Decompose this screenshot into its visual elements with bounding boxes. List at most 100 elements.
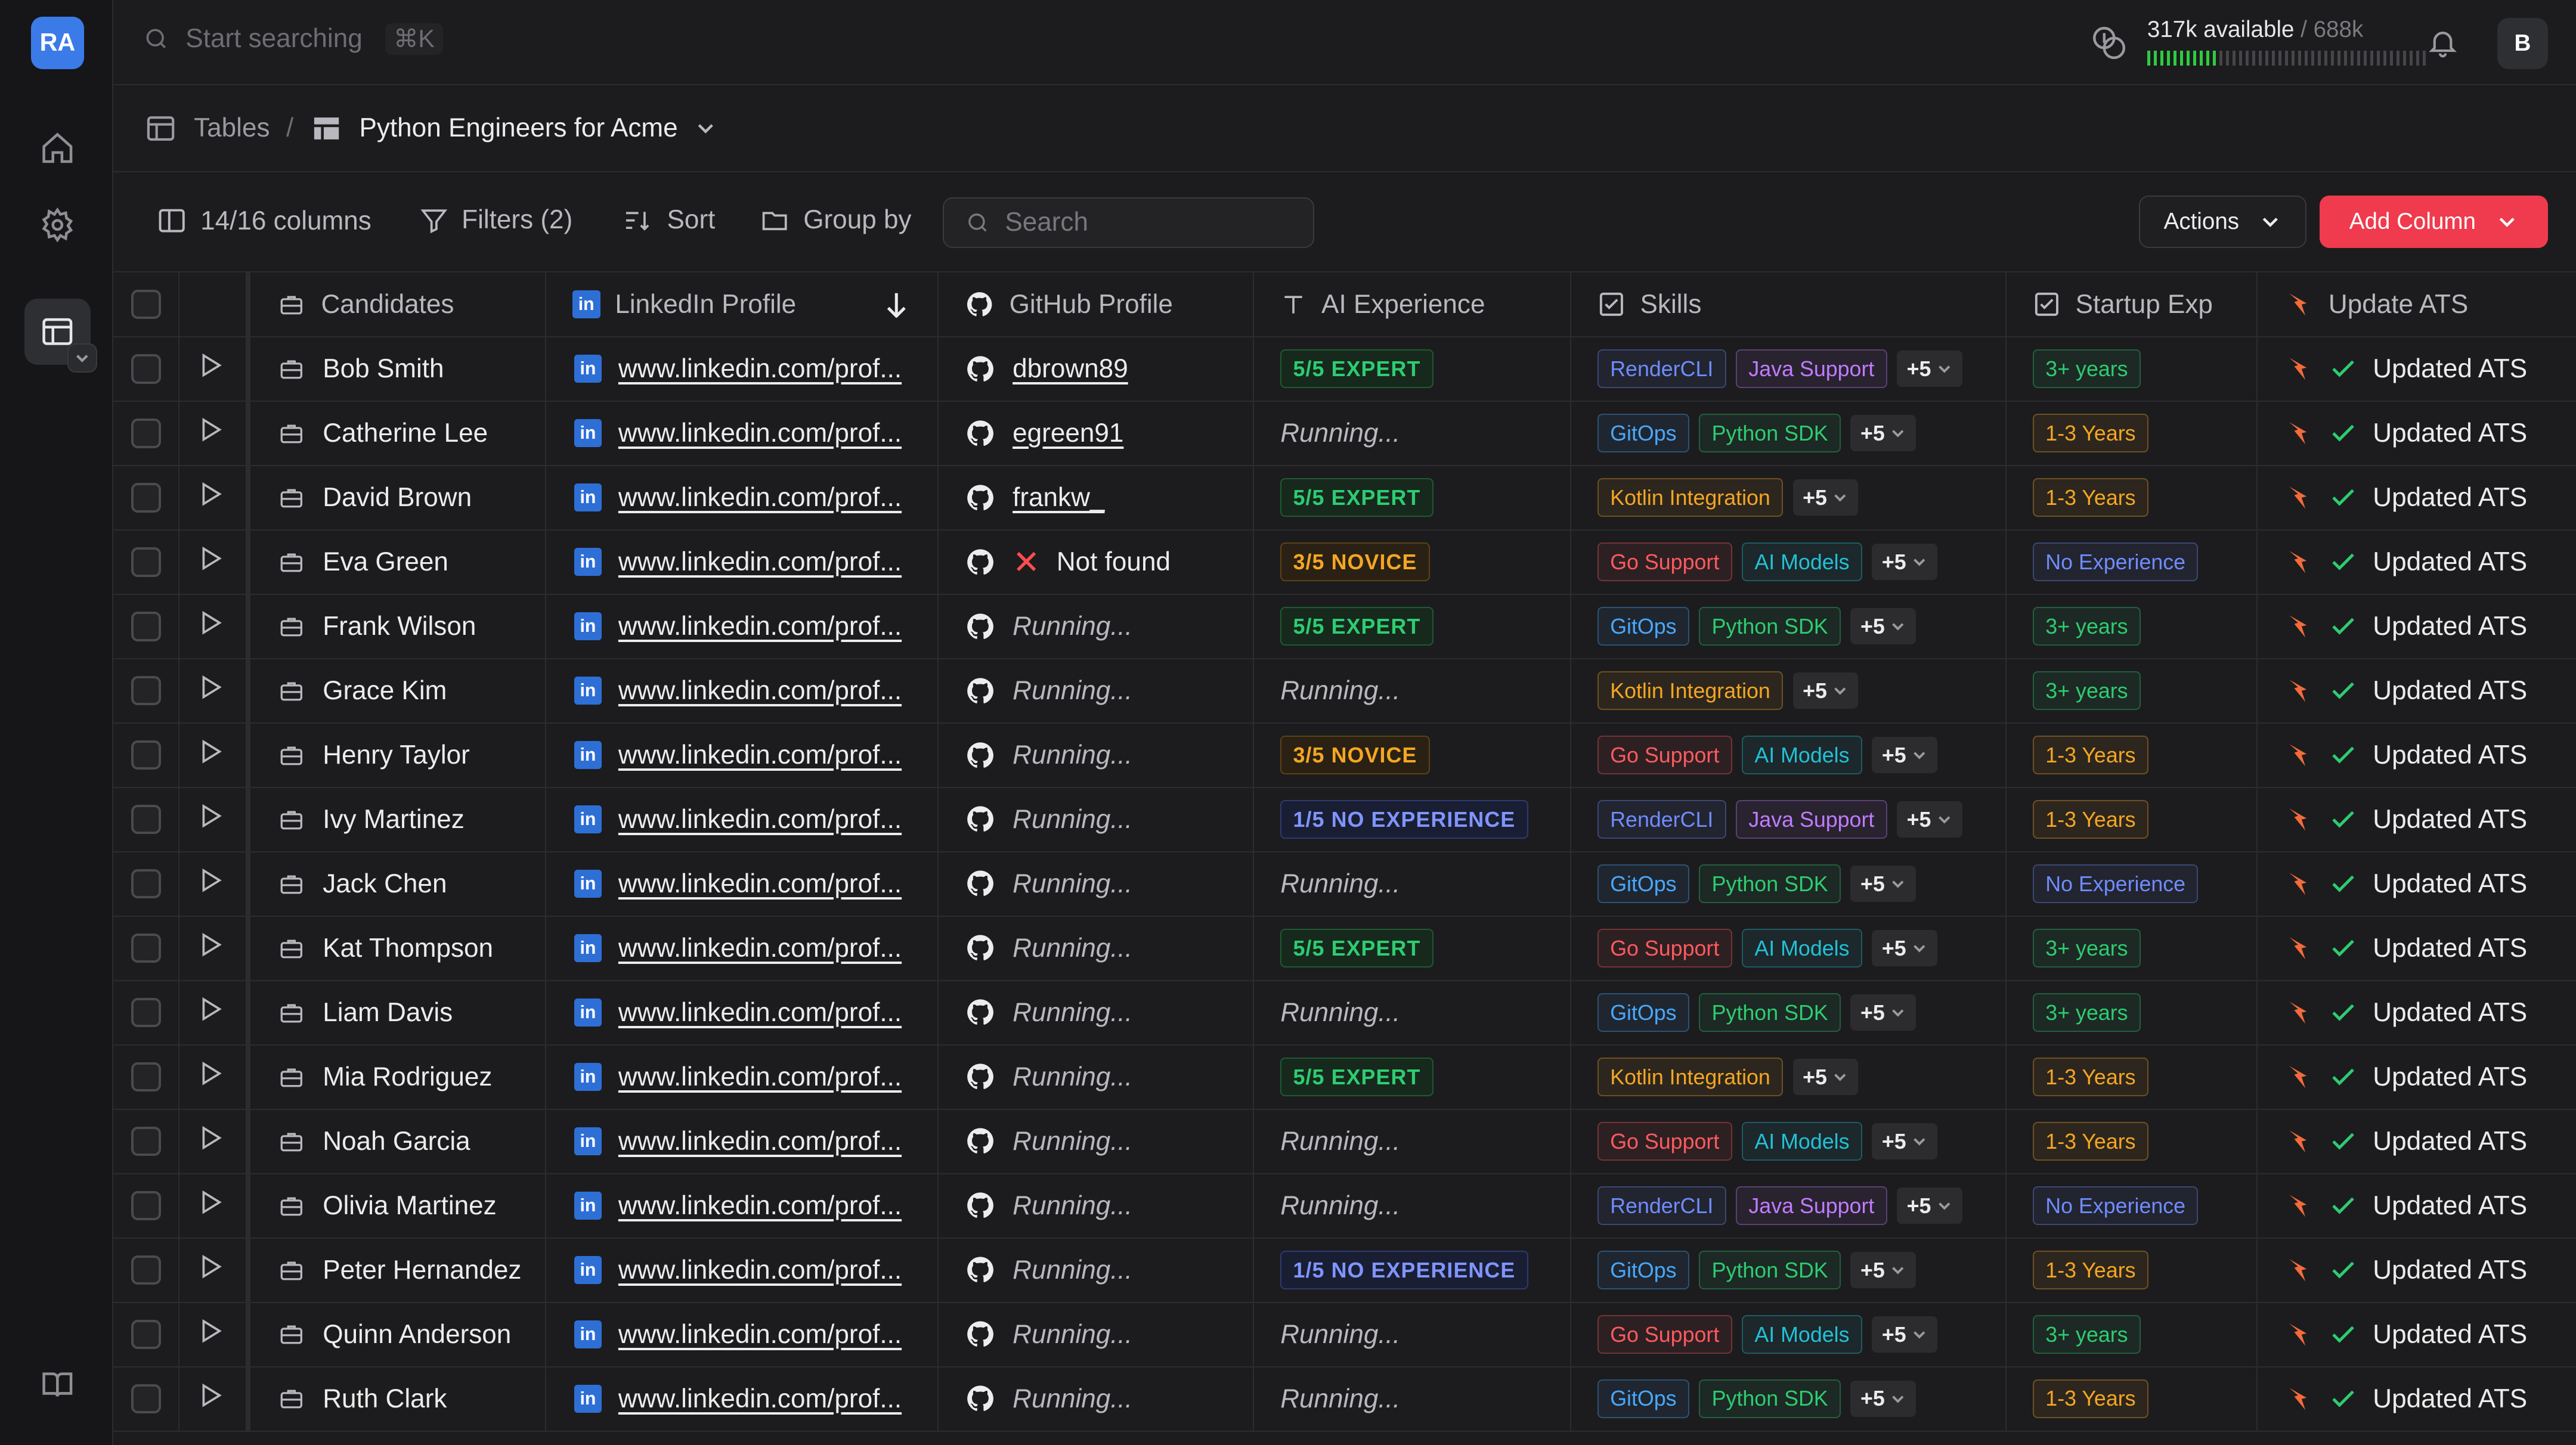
skills-cell[interactable]: Go Support AI Models +5 bbox=[1570, 916, 2007, 981]
table-row[interactable]: Olivia Martinez in www.linkedin.com/prof.… bbox=[113, 1173, 2576, 1239]
linkedin-cell[interactable]: in www.linkedin.com/prof... bbox=[545, 851, 939, 917]
linkedin-cell[interactable]: in www.linkedin.com/prof... bbox=[545, 1044, 939, 1110]
table-row[interactable]: Frank Wilson in www.linkedin.com/prof... … bbox=[113, 594, 2576, 659]
github-cell[interactable]: Running... bbox=[938, 594, 1255, 659]
candidate-cell[interactable]: Noah Garcia bbox=[248, 1109, 546, 1174]
startup-exp-cell[interactable]: No Experience bbox=[2005, 851, 2258, 917]
candidate-cell[interactable]: Eva Green bbox=[248, 529, 546, 595]
linkedin-cell[interactable]: in www.linkedin.com/prof... bbox=[545, 594, 939, 659]
ai-experience-cell[interactable]: Running... bbox=[1253, 1173, 1571, 1239]
skills-more-dropdown[interactable]: +5 bbox=[1850, 866, 1916, 902]
skills-cell[interactable]: GitOps Python SDK +5 bbox=[1570, 851, 2007, 917]
table-row[interactable]: Quinn Anderson in www.linkedin.com/prof..… bbox=[113, 1302, 2576, 1368]
candidate-cell[interactable]: Jack Chen bbox=[248, 851, 546, 917]
row-checkbox[interactable] bbox=[131, 482, 161, 513]
update-ats-cell[interactable]: Updated ATS bbox=[2257, 1044, 2576, 1110]
row-checkbox[interactable] bbox=[131, 869, 161, 899]
global-search[interactable]: Start searching ⌘K bbox=[143, 23, 443, 55]
notifications-bell-icon[interactable] bbox=[2426, 24, 2459, 67]
table-row[interactable]: Grace Kim in www.linkedin.com/prof... Run… bbox=[113, 658, 2576, 724]
filters-button[interactable]: Filters (2) bbox=[419, 205, 572, 235]
ai-experience-cell[interactable]: Running... bbox=[1253, 851, 1571, 917]
skills-cell[interactable]: Go Support AI Models +5 bbox=[1570, 722, 2007, 788]
skills-more-dropdown[interactable]: +5 bbox=[1850, 608, 1916, 644]
skills-more-dropdown[interactable]: +5 bbox=[1850, 1252, 1916, 1288]
docs-book-icon[interactable] bbox=[33, 1360, 82, 1409]
candidate-cell[interactable]: Ivy Martinez bbox=[248, 787, 546, 852]
skills-cell[interactable]: Go Support AI Models +5 bbox=[1570, 1302, 2007, 1368]
row-checkbox[interactable] bbox=[131, 1190, 161, 1221]
column-header-skills[interactable]: Skills bbox=[1570, 272, 2007, 337]
table-row[interactable]: David Brown in www.linkedin.com/prof... f… bbox=[113, 465, 2576, 531]
candidate-cell[interactable]: Catherine Lee bbox=[248, 401, 546, 466]
linkedin-url-link[interactable]: www.linkedin.com/prof... bbox=[618, 354, 902, 384]
skills-cell[interactable]: RenderCLI Java Support +5 bbox=[1570, 787, 2007, 852]
chevron-down-icon[interactable] bbox=[67, 343, 97, 373]
linkedin-url-link[interactable]: www.linkedin.com/prof... bbox=[618, 547, 902, 577]
linkedin-cell[interactable]: in www.linkedin.com/prof... bbox=[545, 529, 939, 595]
github-cell[interactable]: egreen91 bbox=[938, 401, 1255, 466]
linkedin-url-link[interactable]: www.linkedin.com/prof... bbox=[618, 1320, 902, 1350]
table-row[interactable]: Noah Garcia in www.linkedin.com/prof... R… bbox=[113, 1109, 2576, 1174]
github-cell[interactable]: Running... bbox=[938, 980, 1255, 1046]
chevron-down-icon[interactable] bbox=[694, 117, 717, 140]
ai-experience-cell[interactable]: 5/5 EXPERT bbox=[1253, 594, 1571, 659]
column-header-candidates[interactable]: Candidates bbox=[248, 272, 546, 337]
user-avatar[interactable]: B bbox=[2497, 18, 2549, 69]
play-icon[interactable] bbox=[179, 479, 243, 516]
column-header-startup-exp[interactable]: Startup Exp bbox=[2005, 272, 2258, 337]
skills-cell[interactable]: GitOps Python SDK +5 bbox=[1570, 594, 2007, 659]
startup-exp-cell[interactable]: 1-3 Years bbox=[2005, 1044, 2258, 1110]
startup-exp-cell[interactable]: 3+ years bbox=[2005, 336, 2258, 402]
update-ats-cell[interactable]: Updated ATS bbox=[2257, 1238, 2576, 1303]
skills-more-dropdown[interactable]: +5 bbox=[1897, 1187, 1962, 1224]
linkedin-url-link[interactable]: www.linkedin.com/prof... bbox=[618, 869, 902, 899]
startup-exp-cell[interactable]: 1-3 Years bbox=[2005, 465, 2258, 531]
startup-exp-cell[interactable]: 3+ years bbox=[2005, 1302, 2258, 1368]
candidate-cell[interactable]: Bob Smith bbox=[248, 336, 546, 402]
candidate-cell[interactable]: Ruth Clark bbox=[248, 1366, 546, 1432]
update-ats-cell[interactable]: Updated ATS bbox=[2257, 851, 2576, 917]
table-row[interactable]: Kat Thompson in www.linkedin.com/prof... … bbox=[113, 916, 2576, 981]
candidate-cell[interactable]: Peter Hernandez bbox=[248, 1238, 546, 1303]
breadcrumb-tables-link[interactable]: Tables bbox=[194, 113, 270, 143]
play-icon[interactable] bbox=[179, 544, 243, 580]
group-by-button[interactable]: Group by bbox=[759, 205, 912, 235]
startup-exp-cell[interactable]: 3+ years bbox=[2005, 916, 2258, 981]
update-ats-cell[interactable]: Updated ATS bbox=[2257, 594, 2576, 659]
linkedin-cell[interactable]: in www.linkedin.com/prof... bbox=[545, 722, 939, 788]
table-row[interactable]: Ruth Clark in www.linkedin.com/prof... Ru… bbox=[113, 1366, 2576, 1432]
skills-more-dropdown[interactable]: +5 bbox=[1850, 994, 1916, 1031]
skills-cell[interactable]: Kotlin Integration +5 bbox=[1570, 465, 2007, 531]
update-ats-cell[interactable]: Updated ATS bbox=[2257, 658, 2576, 724]
credits-meter[interactable]: 317k available / 688k bbox=[2147, 17, 2426, 66]
linkedin-url-link[interactable]: www.linkedin.com/prof... bbox=[618, 805, 902, 835]
column-header-linkedin[interactable]: in LinkedIn Profile bbox=[545, 272, 939, 337]
startup-exp-cell[interactable]: 1-3 Years bbox=[2005, 1238, 2258, 1303]
skills-more-dropdown[interactable]: +5 bbox=[1872, 930, 1937, 966]
ai-experience-cell[interactable]: 5/5 EXPERT bbox=[1253, 1044, 1571, 1110]
github-cell[interactable]: Running... bbox=[938, 1044, 1255, 1110]
linkedin-cell[interactable]: in www.linkedin.com/prof... bbox=[545, 336, 939, 402]
play-icon[interactable] bbox=[179, 1059, 243, 1095]
ai-experience-cell[interactable]: Running... bbox=[1253, 1302, 1571, 1368]
github-cell[interactable]: ✕ Not found bbox=[938, 529, 1255, 595]
startup-exp-cell[interactable]: 1-3 Years bbox=[2005, 1366, 2258, 1432]
startup-exp-cell[interactable]: 3+ years bbox=[2005, 980, 2258, 1046]
row-checkbox[interactable] bbox=[131, 1255, 161, 1285]
row-checkbox[interactable] bbox=[131, 740, 161, 770]
skills-more-dropdown[interactable]: +5 bbox=[1792, 479, 1859, 516]
sort-arrow-down-icon[interactable] bbox=[885, 292, 908, 318]
startup-exp-cell[interactable]: No Experience bbox=[2005, 1173, 2258, 1239]
linkedin-url-link[interactable]: www.linkedin.com/prof... bbox=[618, 1255, 902, 1285]
github-username-link[interactable]: egreen91 bbox=[1013, 418, 1123, 448]
row-checkbox[interactable] bbox=[131, 1126, 161, 1156]
play-icon[interactable] bbox=[179, 1123, 243, 1159]
candidate-cell[interactable]: Kat Thompson bbox=[248, 916, 546, 981]
linkedin-cell[interactable]: in www.linkedin.com/prof... bbox=[545, 465, 939, 531]
ai-experience-cell[interactable]: Running... bbox=[1253, 980, 1571, 1046]
table-row[interactable]: Bob Smith in www.linkedin.com/prof... dbr… bbox=[113, 336, 2576, 402]
github-cell[interactable]: frankw_ bbox=[938, 465, 1255, 531]
play-icon[interactable] bbox=[179, 801, 243, 838]
startup-exp-cell[interactable]: 3+ years bbox=[2005, 594, 2258, 659]
